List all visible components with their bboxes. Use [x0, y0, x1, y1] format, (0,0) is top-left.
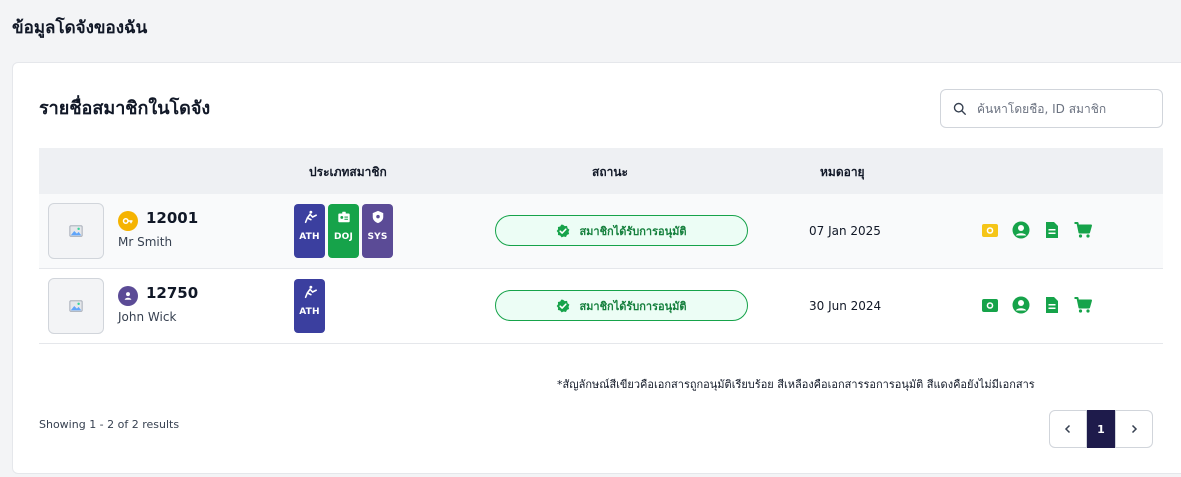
status-badge: สมาชิกได้รับการอนุมัติ — [495, 290, 748, 321]
cart-icon[interactable] — [1073, 295, 1093, 315]
row-actions — [980, 295, 1093, 315]
user-icon[interactable] — [1011, 220, 1031, 240]
member-id: 12001 — [146, 209, 199, 227]
card-title: รายชื่อสมาชิกในโดจัง — [39, 98, 211, 119]
chevron-left-icon — [1064, 424, 1071, 434]
column-header-expiry: หมดอายุ — [820, 165, 865, 179]
document-icon[interactable] — [1042, 220, 1062, 240]
member-photo[interactable] — [48, 278, 104, 334]
search-input[interactable] — [977, 101, 1147, 116]
prev-page-button[interactable] — [1049, 410, 1087, 448]
verified-check-icon — [557, 224, 570, 237]
document-icon[interactable] — [1042, 295, 1062, 315]
verified-check-icon — [557, 299, 570, 312]
legend-note: *สัญลักษณ์สีเขียวคือเอกสารถูกอนุมัติเรีย… — [557, 378, 1035, 391]
member-list-card: รายชื่อสมาชิกในโดจัง ประเภทสมาชิก สถานะ … — [12, 62, 1181, 474]
camera-icon[interactable] — [980, 295, 1000, 315]
chevron-right-icon — [1131, 424, 1138, 434]
expiry-date: 07 Jan 2025 — [809, 224, 881, 238]
kick-icon — [304, 285, 317, 299]
table-header: ประเภทสมาชิก สถานะ หมดอายุ — [39, 148, 1163, 194]
member-types: ATH — [294, 279, 325, 333]
table-row: 12750 John Wick ATH สมาชิกได้รับการอนุมั… — [39, 269, 1163, 344]
page-title: ข้อมูลโดจังของฉัน — [12, 18, 148, 38]
status-badge: สมาชิกได้รับการอนุมัติ — [495, 215, 748, 246]
search-icon — [953, 102, 966, 115]
user-icon — [118, 286, 138, 306]
id-card-icon — [337, 211, 350, 223]
member-types: ATH DOJ SYS — [294, 204, 393, 258]
pagination: 1 — [1049, 410, 1153, 448]
shield-icon — [372, 210, 383, 224]
page-button-current[interactable]: 1 — [1087, 410, 1115, 448]
member-name: John Wick — [118, 310, 177, 324]
camera-icon[interactable] — [980, 220, 1000, 240]
member-photo[interactable] — [48, 203, 104, 259]
type-badge-doj: DOJ — [328, 204, 359, 258]
member-id: 12750 — [146, 284, 199, 302]
next-page-button[interactable] — [1115, 410, 1153, 448]
image-placeholder-icon — [69, 225, 83, 237]
type-badge-sys: SYS — [362, 204, 393, 258]
search-box[interactable] — [940, 89, 1163, 128]
user-icon[interactable] — [1011, 295, 1031, 315]
kick-icon — [304, 210, 317, 224]
cart-icon[interactable] — [1073, 220, 1093, 240]
expiry-date: 30 Jun 2024 — [809, 299, 882, 313]
results-count: Showing 1 - 2 of 2 results — [39, 418, 180, 431]
member-name: Mr Smith — [118, 235, 173, 249]
key-icon — [118, 211, 138, 231]
column-header-status: สถานะ — [592, 165, 628, 179]
image-placeholder-icon — [69, 300, 83, 312]
table-row: 12001 Mr Smith ATH DOJ SYS สมาชิกได้รับก… — [39, 194, 1163, 269]
row-actions — [980, 220, 1093, 240]
type-badge-ath: ATH — [294, 204, 325, 258]
column-header-member-type: ประเภทสมาชิก — [309, 165, 387, 179]
type-badge-ath: ATH — [294, 279, 325, 333]
